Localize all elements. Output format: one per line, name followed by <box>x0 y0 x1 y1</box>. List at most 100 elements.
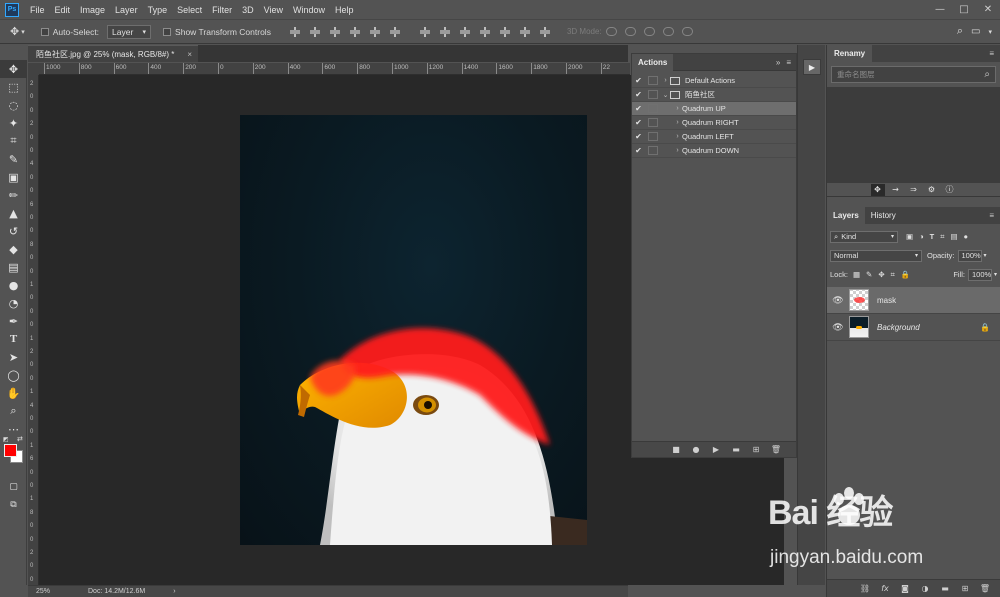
chevron-right-icon[interactable]: › <box>173 588 175 595</box>
filter-kind-dropdown[interactable]: ⌕ Kind ▾ <box>830 230 898 243</box>
chevron-down-icon[interactable]: ▾ <box>994 271 997 278</box>
dialog-toggle-box[interactable] <box>648 118 658 127</box>
new-group-icon[interactable]: ▬ <box>939 584 951 594</box>
dialog-toggle-box[interactable] <box>648 90 658 99</box>
blend-mode-dropdown[interactable]: Normal ▾ <box>830 249 922 262</box>
menu-image[interactable]: Image <box>75 5 110 15</box>
rename-icon[interactable]: ✥ <box>870 183 885 196</box>
stamp-tool-icon[interactable]: ▲ <box>0 204 27 222</box>
play-icon[interactable]: ▶ <box>710 445 722 455</box>
distribute-top-icon[interactable] <box>419 26 431 37</box>
document-image[interactable] <box>240 115 587 545</box>
default-colors-icon[interactable]: ◩ <box>3 436 9 443</box>
blur-tool-icon[interactable]: ● <box>0 276 27 294</box>
crop-tool-icon[interactable]: ⌗ <box>0 132 27 150</box>
info-icon[interactable]: ⓘ <box>943 184 957 196</box>
distribute-bottom-icon[interactable] <box>459 26 471 37</box>
document-tab[interactable]: 陌鱼社区.jpg @ 25% (mask, RGB/8#) * × <box>28 45 198 62</box>
search-icon[interactable]: ⌕ <box>984 69 990 80</box>
fill-input[interactable]: 100% <box>967 268 992 281</box>
gradient-tool-icon[interactable]: ▤ <box>0 258 27 276</box>
type-tool-icon[interactable]: T <box>0 330 27 348</box>
panel-menu-icon[interactable]: ≡ <box>989 211 994 220</box>
pen-tool-icon[interactable]: ✒ <box>0 312 27 330</box>
menu-3d[interactable]: 3D <box>237 5 259 15</box>
magic-wand-tool-icon[interactable]: ✦ <box>0 114 27 132</box>
filter-adjustment-icon[interactable]: ◑ <box>919 232 924 241</box>
dialog-toggle-box[interactable] <box>648 146 658 155</box>
renamy-search-input[interactable]: 重命名图层 ⌕ <box>831 66 996 83</box>
adjustment-layer-icon[interactable]: ◑ <box>919 584 931 594</box>
action-set-row[interactable]: ✔ › Default Actions <box>632 74 796 88</box>
align-right-icon[interactable] <box>389 26 401 37</box>
shape-tool-icon[interactable]: ◯ <box>0 366 27 384</box>
layer-style-icon[interactable]: fx <box>879 584 891 594</box>
actions-play-icon[interactable]: ▶ <box>803 59 821 75</box>
close-window-button[interactable]: ✕ <box>976 0 1000 19</box>
chevron-right-icon[interactable]: › <box>673 105 682 112</box>
menu-view[interactable]: View <box>259 5 288 15</box>
align-bottom-icon[interactable] <box>329 26 341 37</box>
dialog-toggle-box[interactable] <box>648 104 658 113</box>
chevron-right-icon[interactable]: › <box>673 119 682 126</box>
move-tool-icon[interactable]: ✥ <box>0 60 27 78</box>
lock-all-icon[interactable]: 🔒 <box>901 270 910 279</box>
roll-3d-icon[interactable] <box>624 27 636 36</box>
distribute-horizontal-center-icon[interactable] <box>499 26 511 37</box>
trash-icon[interactable]: 🗑 <box>770 445 782 455</box>
menu-edit[interactable]: Edit <box>50 5 76 15</box>
foreground-color-swatch[interactable] <box>4 444 17 457</box>
auto-select-option[interactable]: Auto-Select: <box>40 27 99 37</box>
eyedropper-tool-icon[interactable]: ✎ <box>0 150 27 168</box>
new-set-icon[interactable]: ▬ <box>730 445 742 455</box>
check-icon[interactable]: ✔ <box>632 118 645 127</box>
chevron-right-icon[interactable]: › <box>661 77 670 84</box>
check-icon[interactable]: ✔ <box>632 104 645 113</box>
distribute-vertical-center-icon[interactable] <box>439 26 451 37</box>
chevron-right-icon[interactable]: › <box>673 147 682 154</box>
check-icon[interactable]: ✔ <box>632 146 645 155</box>
search-icon[interactable]: ⌕ <box>957 25 963 38</box>
layer-background[interactable]: 👁 Background 🔒 <box>827 314 1000 341</box>
tab-history[interactable]: History <box>865 207 902 224</box>
transform-controls-checkbox[interactable] <box>163 27 172 36</box>
align-horizontal-center-icon[interactable] <box>369 26 381 37</box>
tab-renamy[interactable]: Renamy <box>827 45 873 62</box>
menu-help[interactable]: Help <box>330 5 359 15</box>
layer-mask[interactable]: 👁 mask <box>827 287 1000 314</box>
filter-pixel-icon[interactable]: ▣ <box>906 232 913 241</box>
scale-3d-icon[interactable] <box>681 27 693 36</box>
brush-tool-icon[interactable]: ✏ <box>0 186 27 204</box>
trash-icon[interactable]: 🗑 <box>979 584 991 594</box>
vertical-ruler[interactable]: 2 0 0 2 0 0 4 0 0 6 0 0 8 0 0 1 0 0 0 1 2 0 0 1 4 0 0 1 6 0 0 1 8 0 0 2 0 0 <box>28 75 39 585</box>
new-action-icon[interactable]: ⊞ <box>750 445 762 455</box>
lock-transparent-icon[interactable]: ▦ <box>853 270 860 279</box>
minimize-button[interactable]: — <box>928 0 952 19</box>
screen-mode-icon[interactable]: ⧉ <box>0 496 27 514</box>
transform-controls-option[interactable]: Show Transform Controls <box>163 27 271 37</box>
record-icon[interactable]: ● <box>690 445 702 455</box>
zoom-level[interactable]: 25% <box>36 588 76 595</box>
action-row[interactable]: ✔ › Quadrum LEFT <box>632 130 796 144</box>
chevron-down-icon[interactable]: ▾ <box>984 252 987 259</box>
lock-pixels-icon[interactable]: ✎ <box>866 270 872 279</box>
quick-mask-icon[interactable]: ▢ <box>0 478 27 496</box>
filter-toggle-icon[interactable]: ● <box>964 232 969 241</box>
align-left-icon[interactable] <box>349 26 361 37</box>
orbit-3d-icon[interactable] <box>605 27 617 36</box>
panel-menu-icon[interactable]: ≡ <box>989 49 994 58</box>
horizontal-ruler[interactable]: 1000 800 600 400 200 0 200 400 600 800 1000 1200 140… <box>39 63 630 75</box>
new-layer-icon[interactable]: ⊞ <box>959 584 971 594</box>
lock-artboard-icon[interactable]: ⌗ <box>891 270 895 280</box>
tab-actions[interactable]: Actions <box>632 53 674 71</box>
link-layers-icon[interactable]: ⛓ <box>859 584 871 594</box>
menu-filter[interactable]: Filter <box>207 5 237 15</box>
settings-gear-icon[interactable]: ⚙ <box>925 184 939 196</box>
distribute-right-icon[interactable] <box>519 26 531 37</box>
path-selection-tool-icon[interactable]: ➤ <box>0 348 27 366</box>
action-row[interactable]: ✔ › Quadrum UP <box>632 102 796 116</box>
opacity-input[interactable]: 100% <box>957 249 982 262</box>
eye-icon[interactable]: 👁 <box>827 295 849 306</box>
auto-align-icon[interactable] <box>539 26 551 37</box>
dodge-tool-icon[interactable]: ◔ <box>0 294 27 312</box>
